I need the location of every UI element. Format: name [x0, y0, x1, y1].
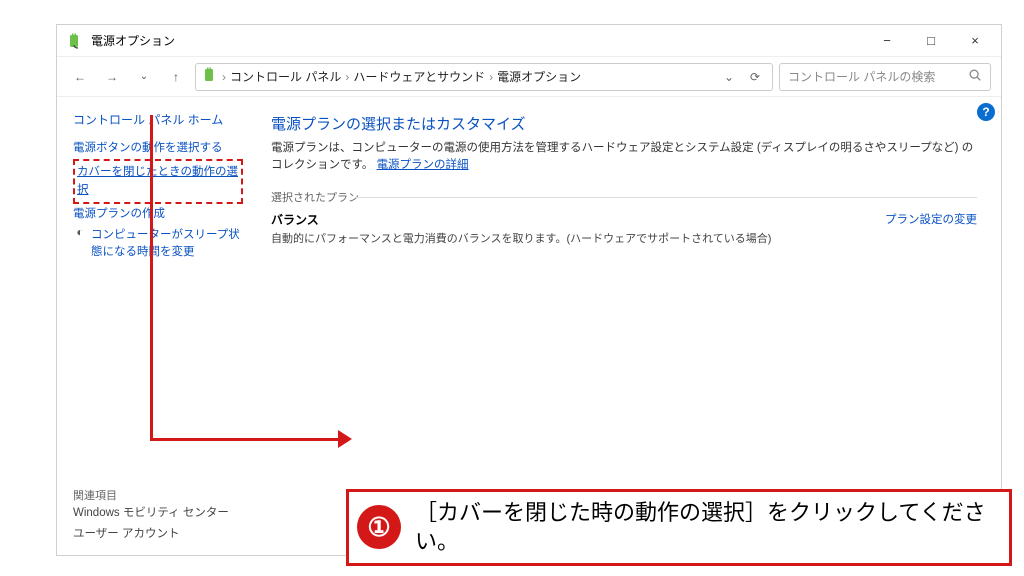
up-button[interactable]: ↑	[163, 64, 189, 90]
help-icon[interactable]: ?	[977, 103, 995, 121]
annotation-text: ［カバーを閉じた時の動作の選択］をクリックしてください。	[415, 498, 999, 557]
plan-name: バランス	[271, 211, 869, 228]
close-button[interactable]: ×	[953, 26, 997, 56]
search-placeholder: コントロール パネルの検索	[788, 68, 935, 85]
window-title: 電源オプション	[91, 32, 175, 49]
plan-row: バランス 自動的にパフォーマンスと電力消費のバランスを取ります。(ハードウェアで…	[271, 211, 977, 246]
search-icon	[968, 68, 982, 85]
minimize-button[interactable]: −	[865, 26, 909, 56]
titlebar: 電源オプション − □ ×	[57, 25, 1001, 57]
control-panel-home-link[interactable]: コントロール パネル ホーム	[73, 111, 243, 128]
breadcrumb-item[interactable]: 電源オプション	[497, 68, 581, 85]
breadcrumb-field[interactable]: › コントロール パネル › ハードウェアとサウンド › 電源オプション ⌄ ⟳	[195, 63, 773, 91]
sidebar-link-create-plan[interactable]: 電源プランの作成	[73, 204, 243, 225]
annotation-arrow-line	[150, 115, 153, 440]
search-input[interactable]: コントロール パネルの検索	[779, 63, 991, 91]
annotation-highlight-box: カバーを閉じたときの動作の選択	[73, 159, 243, 204]
see-also-mobility[interactable]: Windows モビリティ センター	[73, 503, 243, 524]
forward-button[interactable]: →	[99, 64, 125, 90]
change-plan-settings-link[interactable]: プラン設定の変更	[885, 211, 977, 227]
back-button[interactable]: ←	[67, 64, 93, 90]
folder-icon	[202, 67, 218, 86]
app-icon	[67, 33, 83, 49]
breadcrumb-item[interactable]: ハードウェアとサウンド	[353, 68, 485, 85]
chevron-right-icon: ›	[489, 70, 493, 84]
sidebar-link-lid-close[interactable]: カバーを閉じたときの動作の選択	[77, 162, 239, 201]
address-bar: ← → ⌄ ↑ › コントロール パネル › ハードウェアとサウンド › 電源オ…	[57, 57, 1001, 97]
main-panel: ? 電源プランの選択またはカスタマイズ 電源プランは、コンピューターの電源の使用…	[249, 97, 1001, 555]
window-frame: 電源オプション − □ × ← → ⌄ ↑ › コントロール パネル › ハード…	[56, 24, 1002, 556]
annotation-step-number: ①	[357, 505, 401, 549]
selected-plan-group-label: 選択されたプラン	[271, 189, 977, 205]
sidebar: コントロール パネル ホーム 電源ボタンの動作を選択する カバーを閉じたときの動…	[57, 97, 249, 555]
chevron-right-icon: ›	[345, 70, 349, 84]
chevron-right-icon: ›	[222, 70, 226, 84]
moon-icon: ◐	[73, 225, 87, 239]
plan-description: 自動的にパフォーマンスと電力消費のバランスを取ります。(ハードウェアでサポートさ…	[271, 230, 869, 246]
see-also-header: 関連項目	[73, 469, 243, 503]
content-body: コントロール パネル ホーム 電源ボタンの動作を選択する カバーを閉じたときの動…	[57, 97, 1001, 555]
plan-details-link[interactable]: 電源プランの詳細	[377, 159, 469, 171]
annotation-arrow-head	[338, 430, 352, 448]
maximize-button[interactable]: □	[909, 26, 953, 56]
chevron-down-icon[interactable]: ⌄	[718, 70, 740, 84]
refresh-icon[interactable]: ⟳	[744, 70, 766, 84]
page-heading: 電源プランの選択またはカスタマイズ	[271, 113, 977, 134]
recent-locations-button[interactable]: ⌄	[131, 64, 157, 90]
see-also-user-accounts[interactable]: ユーザー アカウント	[73, 524, 243, 545]
sidebar-link-power-button[interactable]: 電源ボタンの動作を選択する	[73, 138, 243, 159]
annotation-callout: ① ［カバーを閉じた時の動作の選択］をクリックしてください。	[346, 489, 1012, 566]
sidebar-link-sleep-time[interactable]: コンピューターがスリープ状態になる時間を変更	[91, 225, 243, 264]
breadcrumb-item[interactable]: コントロール パネル	[230, 68, 341, 85]
annotation-arrow-elbow	[150, 438, 348, 441]
page-description: 電源プランは、コンピューターの電源の使用方法を管理するハードウェア設定とシステム…	[271, 140, 977, 175]
